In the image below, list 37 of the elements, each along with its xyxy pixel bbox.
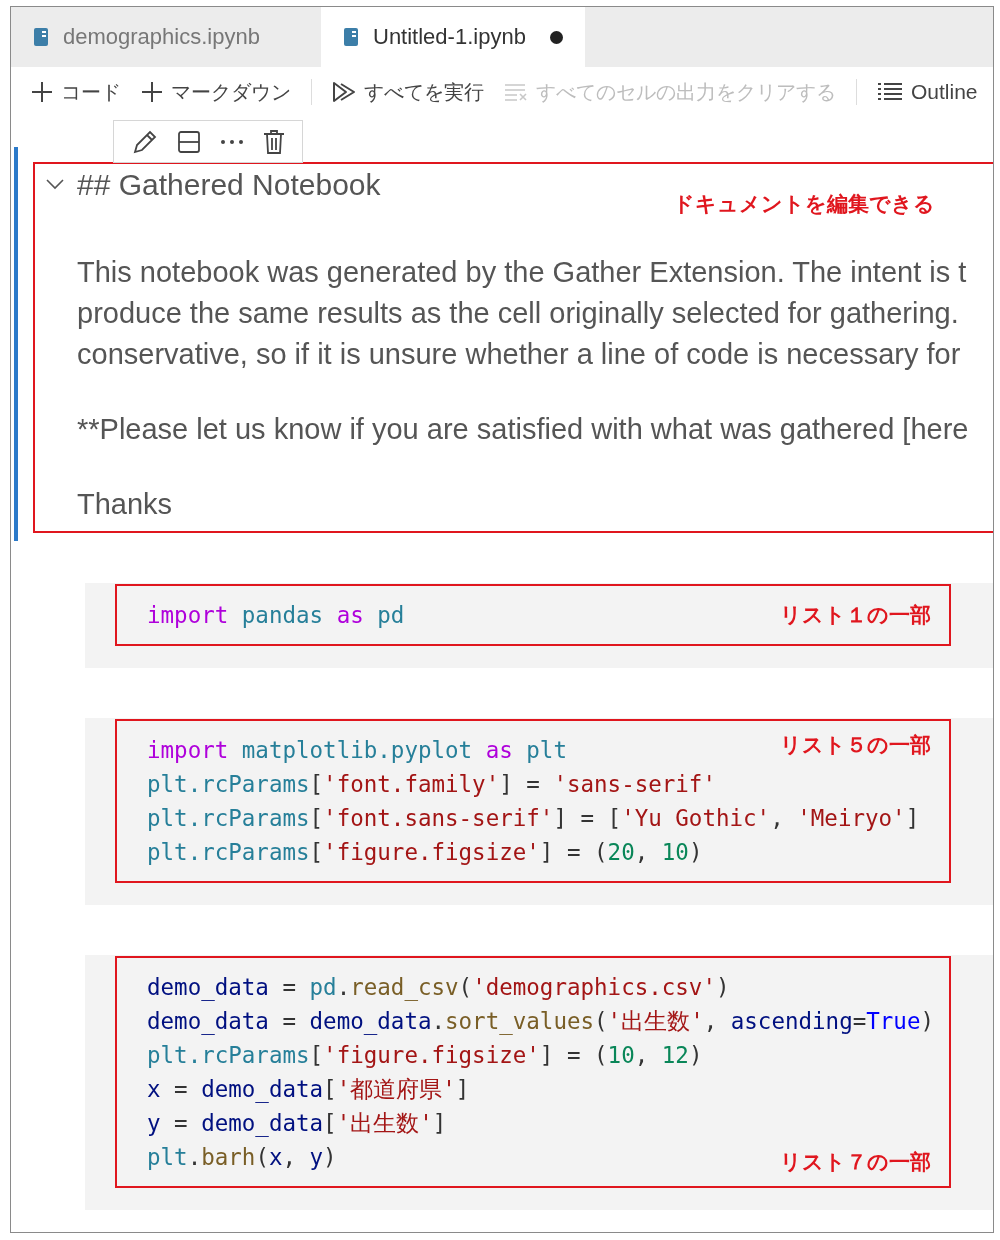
annotation-label: リスト５の一部	[780, 732, 931, 759]
plus-icon	[141, 81, 163, 103]
toolbar-button[interactable]: Outline	[869, 76, 986, 108]
list-icon	[877, 82, 903, 102]
more-icon[interactable]	[219, 138, 244, 145]
toolbar-button[interactable]: すべてを実行	[324, 74, 492, 110]
code-line: x = demo_data['都道府県']	[147, 1075, 470, 1105]
code-line: demo_data = demo_data.sort_values('出生数', ascending=True)	[147, 1007, 934, 1037]
code-line: import matplotlib.pyplot as plt	[147, 736, 567, 765]
notebook-icon	[33, 27, 49, 47]
annotation-label: ドキュメントを編集できる	[673, 191, 935, 218]
markdown-text: conservative, so if it is unsure whether a line of code is necessary for	[77, 337, 962, 372]
code-line: y = demo_data['出生数']	[147, 1109, 447, 1139]
trash-icon[interactable]	[262, 128, 285, 155]
plus-icon	[31, 81, 53, 103]
file-tab[interactable]: Untitled-1.ipynb	[321, 7, 585, 67]
markdown-text: **Please let us know if you are satisfied with what was gathered [here	[77, 412, 970, 447]
code-line: plt.rcParams['font.family'] = 'sans-serif'	[147, 770, 716, 799]
markdown-heading: ## Gathered Notebook	[77, 168, 381, 202]
markdown-text: Thanks	[77, 487, 174, 522]
toolbar-button[interactable]: コード	[23, 74, 129, 110]
code-line: plt.rcParams['figure.figsize'] = (20, 10)	[147, 838, 703, 867]
split-cell-icon[interactable]	[176, 129, 201, 154]
markdown-text: This notebook was generated by the Gather Extension. The intent is t	[77, 255, 968, 290]
annotation-label: リスト７の一部	[780, 1149, 931, 1176]
markdown-text: produce the same results as the cell originally selected for gathering.	[77, 296, 960, 331]
pencil-icon[interactable]	[131, 128, 158, 155]
code-line: plt.rcParams['figure.figsize'] = (10, 12)	[147, 1041, 703, 1070]
annotation-label: リスト１の一部	[780, 602, 931, 629]
clear-output-icon	[504, 82, 528, 102]
notebook-icon	[343, 27, 359, 47]
toolbar-button[interactable]: マークダウン	[133, 74, 299, 110]
code-line: plt.barh(x, y)	[147, 1143, 337, 1172]
run-all-icon	[332, 81, 356, 103]
code-line: demo_data = pd.read_csv('demographics.csv')	[147, 973, 730, 1003]
code-line: import pandas as pd	[147, 601, 405, 630]
code-line: plt.rcParams['font.sans-serif'] = ['Yu Gothic', 'Meiryo']	[147, 804, 920, 833]
